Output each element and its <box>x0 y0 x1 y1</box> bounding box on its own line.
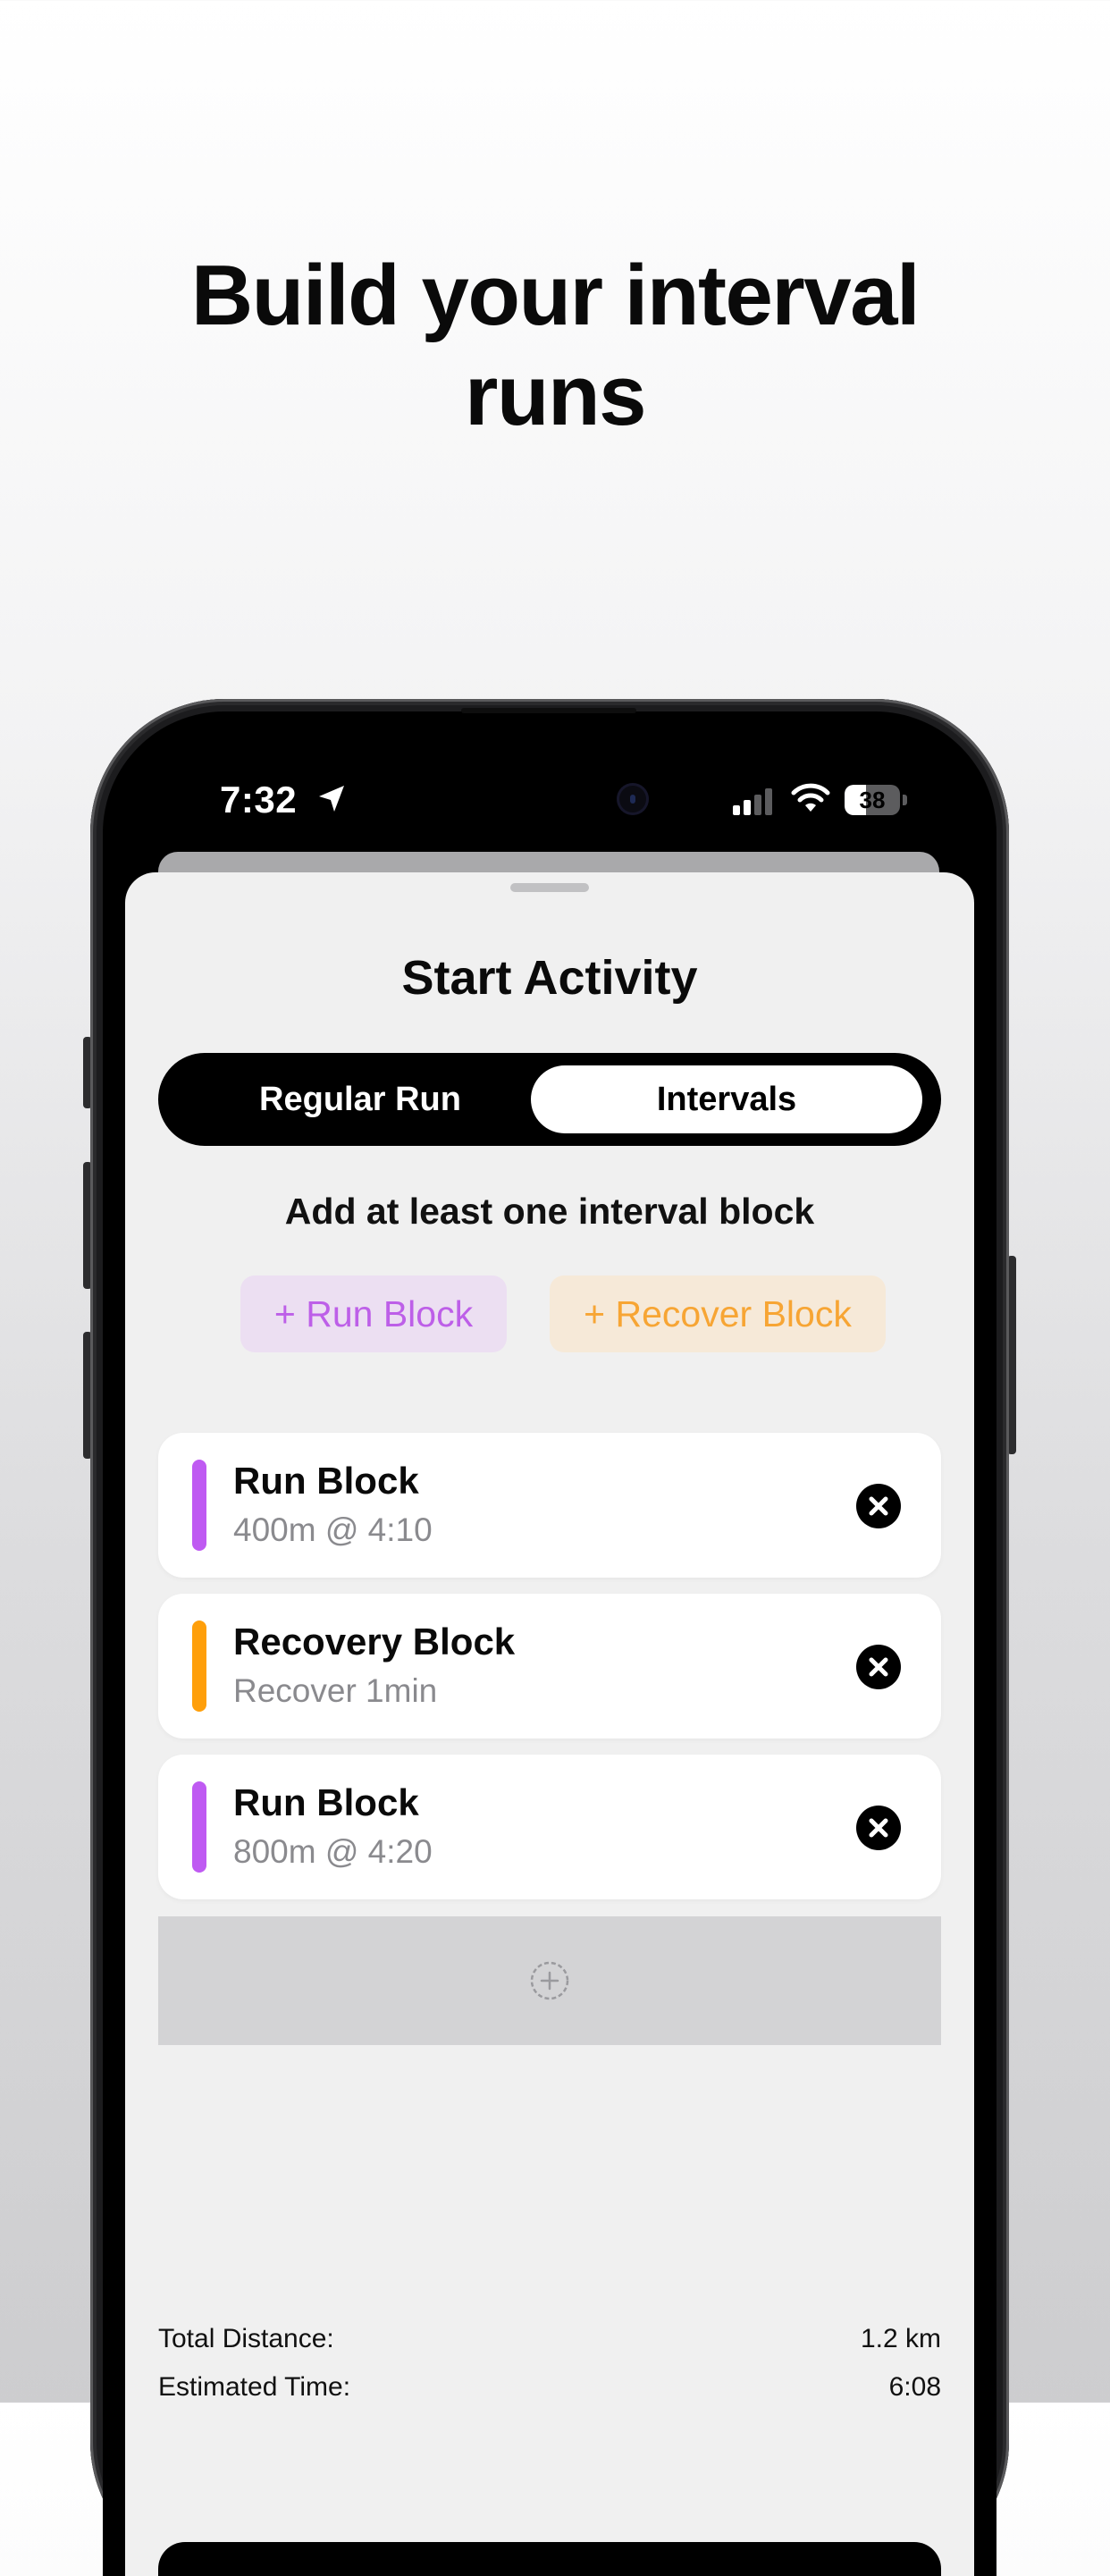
block-accent-bar <box>192 1460 206 1551</box>
interval-block-card[interactable]: Recovery Block Recover 1min <box>158 1594 941 1738</box>
battery-percentage: 38 <box>859 787 886 813</box>
block-title: Run Block <box>233 1781 419 1823</box>
sheet-grabber[interactable] <box>510 883 589 892</box>
remove-block-button[interactable] <box>856 1484 901 1528</box>
add-recover-block-button[interactable]: + Recover Block <box>550 1275 886 1352</box>
remove-block-button[interactable] <box>856 1645 901 1689</box>
interval-block-card[interactable]: Run Block 400m @ 4:10 <box>158 1433 941 1578</box>
headline: Build your interval runs <box>0 246 1110 446</box>
location-arrow-icon <box>319 786 344 812</box>
block-accent-bar <box>192 1621 206 1712</box>
add-run-block-button[interactable]: + Run Block <box>240 1275 507 1352</box>
close-icon <box>869 1496 888 1516</box>
activity-type-segmented-control: Regular Run Intervals <box>158 1053 941 1146</box>
block-subtitle: Recover 1min <box>233 1672 438 1709</box>
remove-block-button[interactable] <box>856 1806 901 1850</box>
phone-frame: 7:32 38 Start Activity Regular Run Inter… <box>90 699 1009 2576</box>
segment-regular-run[interactable]: Regular Run <box>171 1065 550 1133</box>
segment-intervals[interactable]: Intervals <box>531 1065 922 1133</box>
sheet-title: Start Activity <box>401 951 698 1005</box>
phone-speaker-slot <box>461 708 636 713</box>
start-activity-sheet: Start Activity Regular Run Intervals Add… <box>125 872 974 2576</box>
phone-screen: 7:32 38 Start Activity Regular Run Inter… <box>103 711 996 2576</box>
start-activity-button[interactable] <box>158 2542 941 2576</box>
block-title: Run Block <box>233 1460 419 1502</box>
battery-body: 38 <box>845 785 900 815</box>
estimated-time-value: 6:08 <box>888 2372 941 2402</box>
battery-icon: 38 <box>845 785 907 815</box>
total-distance-value: 1.2 km <box>860 2324 941 2353</box>
block-subtitle: 400m @ 4:10 <box>233 1511 433 1548</box>
headline-line-2: runs <box>464 348 647 443</box>
block-accent-bar <box>192 1781 206 1873</box>
interval-block-card[interactable]: Run Block 800m @ 4:20 <box>158 1755 941 1899</box>
block-title: Recovery Block <box>233 1621 516 1663</box>
block-subtitle: 800m @ 4:20 <box>233 1833 433 1870</box>
interval-hint: Add at least one interval block <box>284 1191 815 1232</box>
wifi-icon <box>791 783 830 812</box>
status-bar: 7:32 38 <box>103 711 996 837</box>
close-icon <box>869 1657 888 1677</box>
close-icon <box>869 1818 888 1838</box>
status-time: 7:32 <box>220 779 298 821</box>
plus-circle-icon <box>530 1961 569 2000</box>
cellular-signal-icon <box>733 788 772 815</box>
total-distance-label: Total Distance: <box>158 2324 334 2353</box>
estimated-time-label: Estimated Time: <box>158 2372 351 2402</box>
add-block-drop-zone[interactable] <box>158 1916 941 2045</box>
battery-cap <box>903 795 907 805</box>
headline-line-1: Build your interval <box>190 248 921 343</box>
front-camera <box>617 783 649 815</box>
